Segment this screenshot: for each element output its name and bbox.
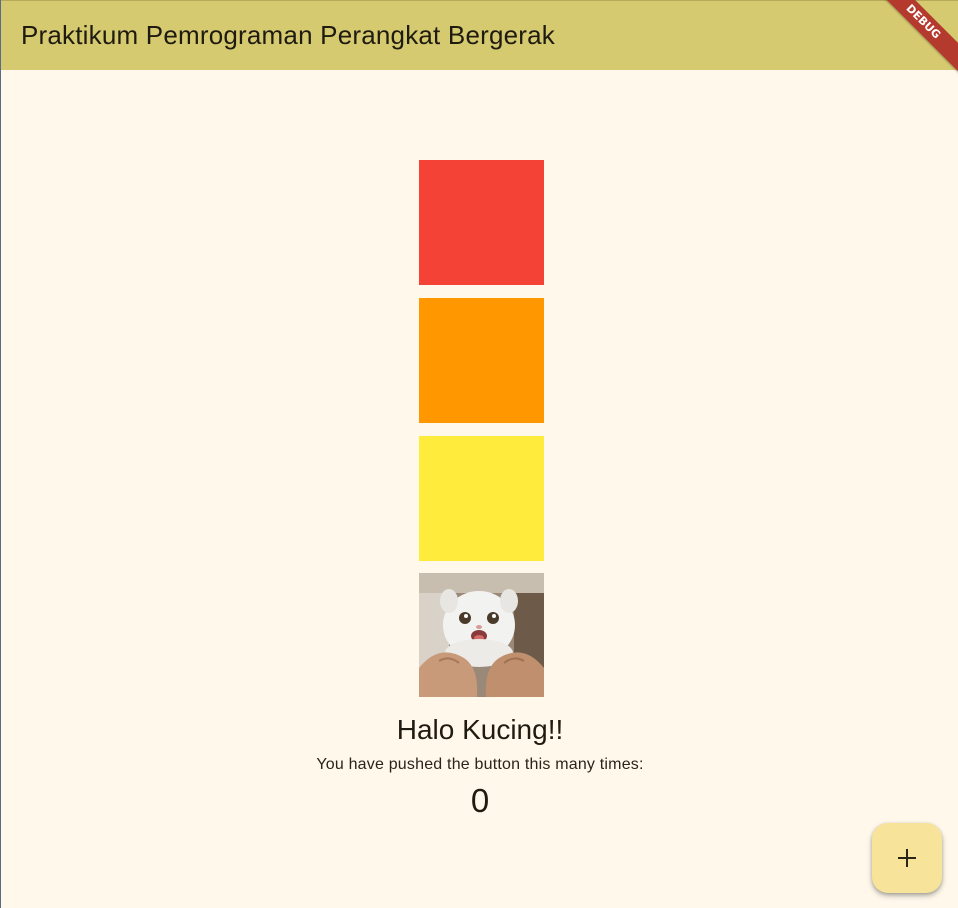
plus-icon (898, 849, 916, 867)
counter-value: 0 (470, 782, 490, 819)
red-box (419, 160, 544, 285)
cat-image (419, 573, 544, 697)
increment-button[interactable] (872, 823, 942, 893)
greeting-text: Halo Kucing!! (396, 714, 564, 745)
counter-label: You have pushed the button this many tim… (316, 756, 644, 773)
app-bar-title: Praktikum Pemrograman Perangkat Bergerak (21, 20, 556, 50)
yellow-box (419, 436, 544, 561)
app-bar: Praktikum Pemrograman Perangkat Bergerak (1, 0, 958, 70)
orange-box (419, 298, 544, 423)
app-window: Praktikum Pemrograman Perangkat Bergerak… (0, 0, 958, 908)
